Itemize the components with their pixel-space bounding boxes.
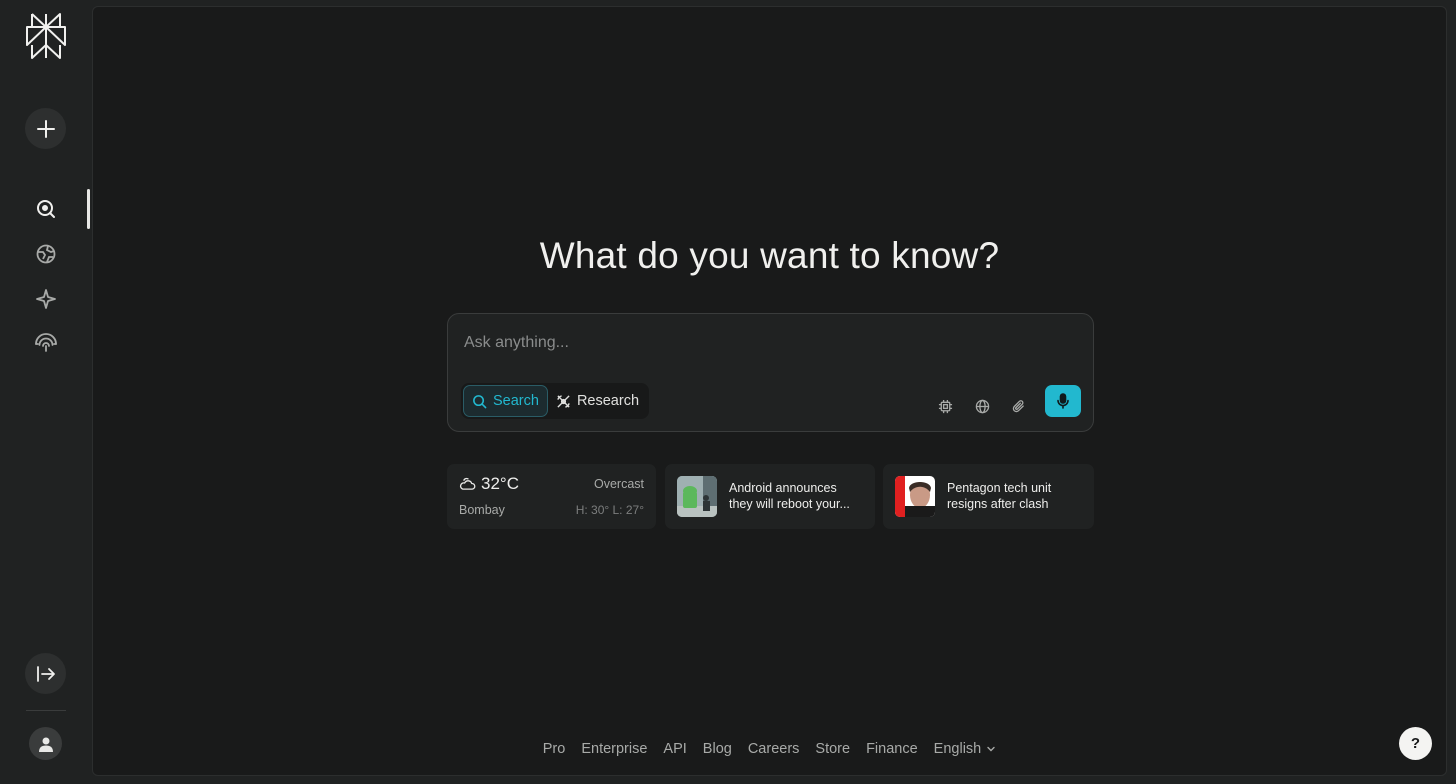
- search-icon: [473, 394, 487, 408]
- weather-city: Bombay: [459, 503, 505, 517]
- chevron-down-icon: [987, 746, 995, 752]
- search-box[interactable]: Search Research: [447, 313, 1094, 432]
- weather-condition: Overcast: [593, 477, 644, 491]
- footer-link-enterprise[interactable]: Enterprise: [581, 741, 647, 757]
- paperclip-icon: [1012, 399, 1024, 412]
- sidebar-divider: [26, 710, 66, 711]
- user-icon: [38, 737, 53, 752]
- nav-spaces[interactable]: [31, 284, 61, 314]
- globe-icon: [975, 399, 989, 413]
- footer-link-pro[interactable]: Pro: [543, 741, 566, 757]
- nav-home-search[interactable]: [31, 194, 61, 224]
- footer-link-finance[interactable]: Finance: [866, 741, 918, 757]
- research-atom-icon: [557, 394, 570, 408]
- news-card[interactable]: Pentagon tech unit resigns after clash w…: [883, 464, 1094, 529]
- sidebar: [0, 0, 91, 784]
- sparkle-icon: [36, 289, 56, 309]
- new-thread-button[interactable]: [25, 108, 66, 149]
- news-card[interactable]: Android announces they will reboot your.…: [665, 464, 875, 529]
- cpu-chip-icon: [938, 399, 952, 413]
- nav-discover[interactable]: [31, 239, 61, 269]
- help-button[interactable]: ?: [1399, 727, 1432, 760]
- news-title: Pentagon tech unit resigns after clash w…: [947, 481, 1052, 513]
- mode-research-label: Research: [576, 393, 640, 409]
- user-avatar[interactable]: [29, 727, 62, 760]
- logo-icon[interactable]: [24, 12, 68, 60]
- footer-link-careers[interactable]: Careers: [748, 741, 800, 757]
- mode-search-button[interactable]: Search: [463, 385, 548, 417]
- sources-button[interactable]: [971, 395, 993, 417]
- news-thumbnail: [677, 476, 717, 517]
- mode-toggle: Search Research: [461, 383, 649, 419]
- news-title: Android announces they will reboot your.…: [729, 481, 850, 511]
- attach-button[interactable]: [1007, 395, 1029, 417]
- news-thumbnail: [895, 476, 935, 517]
- nav-library[interactable]: [31, 327, 61, 357]
- weather-temperature: 32°C: [481, 474, 519, 493]
- model-select-button[interactable]: [934, 395, 956, 417]
- footer-link-blog[interactable]: Blog: [703, 741, 732, 757]
- nav-active-indicator: [87, 189, 90, 229]
- broadcast-icon: [35, 333, 57, 352]
- main-panel: What do you want to know? Search Researc…: [92, 6, 1447, 776]
- footer-link-api[interactable]: API: [663, 741, 686, 757]
- arrow-right-bar-icon: [36, 665, 55, 682]
- language-select[interactable]: English: [934, 741, 997, 757]
- weather-high-low: H: 30° L: 27°: [575, 503, 644, 517]
- search-input[interactable]: [464, 328, 1064, 358]
- footer-links: Pro Enterprise API Blog Careers Store Fi…: [93, 741, 1446, 757]
- globe-icon: [36, 244, 56, 264]
- page-title: What do you want to know?: [539, 235, 1000, 276]
- mode-research-button[interactable]: Research: [548, 385, 647, 417]
- mode-search-label: Search: [493, 393, 539, 409]
- cloud-sun-icon: [459, 477, 476, 490]
- expand-sidebar-button[interactable]: [25, 653, 66, 694]
- microphone-icon: [1057, 393, 1069, 409]
- language-label: English: [933, 741, 982, 757]
- weather-card[interactable]: 32°C Overcast Bombay H: 30° L: 27°: [447, 464, 656, 529]
- search-focus-icon: [37, 200, 55, 218]
- voice-mode-button[interactable]: [1045, 385, 1081, 417]
- footer-link-store[interactable]: Store: [815, 741, 850, 757]
